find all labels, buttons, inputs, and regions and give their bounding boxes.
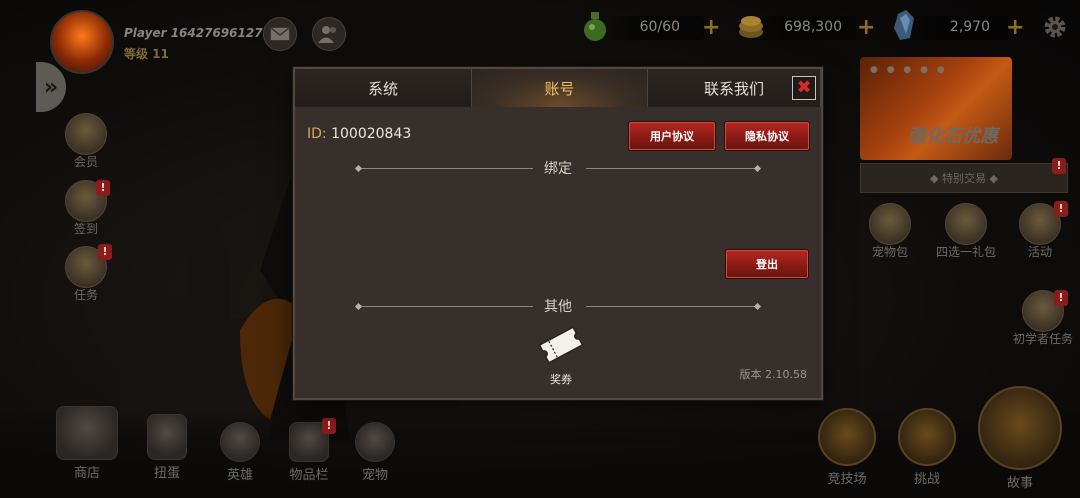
nav-heroes[interactable]: 英雄 xyxy=(214,422,266,483)
crown-shield-icon xyxy=(65,113,107,155)
skull-icon xyxy=(898,408,956,466)
tab-system[interactable]: 系统 xyxy=(295,69,472,107)
close-button[interactable]: ✖ xyxy=(792,76,816,100)
divider-dot xyxy=(354,302,363,311)
crystal-gem-icon xyxy=(894,10,914,40)
close-icon: ✖ xyxy=(796,77,812,98)
settings-modal: 系统 账号 联系我们 ✖ ID: 100020843 用户协议 隐私协议 绑定 … xyxy=(293,67,823,400)
id-label: ID: xyxy=(307,126,327,142)
nav-arena[interactable]: 竞技场 xyxy=(814,408,880,487)
coupon-button[interactable]: 奖券 xyxy=(533,325,589,387)
mail-button[interactable] xyxy=(263,17,297,51)
privacy-policy-button[interactable]: 隐私协议 xyxy=(725,122,809,150)
coupon-label: 奖券 xyxy=(550,373,572,386)
nav-inventory[interactable]: 物品栏 ! xyxy=(280,418,338,483)
tab-account[interactable]: 账号 xyxy=(472,69,648,107)
nav-label: 物品栏 xyxy=(289,468,329,483)
friends-button[interactable] xyxy=(312,17,346,51)
nav-gacha[interactable]: 扭蛋 xyxy=(140,414,194,481)
sidebar-item-vip[interactable]: 会员 xyxy=(56,113,116,170)
modal-tabs: 系统 账号 联系我们 xyxy=(295,69,821,107)
chest-icon xyxy=(56,406,118,460)
sidebar-item-label: 任务 xyxy=(73,288,98,302)
nav-label: 故事 xyxy=(1006,476,1033,491)
gacha-card-icon xyxy=(147,414,187,460)
nav-pets[interactable]: 宠物 xyxy=(350,422,400,483)
friends-icon xyxy=(318,26,336,43)
menu-item-label: 四选一礼包 xyxy=(935,245,996,259)
chevron-right-icon: » xyxy=(43,74,59,100)
logout-button[interactable]: 登出 xyxy=(726,250,808,278)
nav-challenge[interactable]: 挑战 xyxy=(894,408,960,487)
notification-badge: ! xyxy=(1052,158,1066,174)
divider-line xyxy=(359,168,533,169)
pet-pack-icon xyxy=(869,203,911,245)
notification-badge: ! xyxy=(96,180,110,196)
divider-dot xyxy=(354,164,363,173)
promo-banner[interactable]: ● ● ● ● ● 强化石优惠 xyxy=(860,57,1012,160)
mail-icon xyxy=(270,27,290,41)
player-avatar[interactable] xyxy=(50,10,114,74)
nav-label: 扭蛋 xyxy=(153,466,180,481)
nav-label: 商店 xyxy=(73,466,100,481)
gear-icon[interactable] xyxy=(1042,14,1068,40)
gold-value: 698,300 xyxy=(784,19,842,35)
carousel-dots[interactable]: ● ● ● ● ● xyxy=(870,65,948,75)
gems-value: 2,970 xyxy=(949,19,990,35)
crossed-swords-icon xyxy=(978,386,1062,470)
divider-line xyxy=(586,168,758,169)
id-value: 100020843 xyxy=(331,126,412,142)
notification-badge: ! xyxy=(1054,201,1068,217)
account-id-row: ID: 100020843 xyxy=(307,126,411,142)
notification-badge: ! xyxy=(98,244,112,260)
nav-shop[interactable]: 商店 xyxy=(48,406,126,481)
menu-item-beginner-quests[interactable]: 初学者任务 ! xyxy=(1006,290,1080,347)
promo-title: 强化石优惠 xyxy=(908,126,998,147)
menu-item-label: 宠物包 xyxy=(871,245,908,259)
sidebar-item-checkin[interactable]: 签到 ! xyxy=(56,180,116,237)
add-gold-button[interactable]: + xyxy=(857,15,875,40)
stamina-value: 60/60 xyxy=(639,19,680,35)
gold-coins-icon xyxy=(739,16,763,38)
player-level: 等级 11 xyxy=(124,47,169,61)
sidebar-item-quests[interactable]: 任务 ! xyxy=(56,244,116,303)
menu-item-pet-pack[interactable]: 宠物包 xyxy=(860,203,920,260)
divider-line xyxy=(359,306,533,307)
ticket-icon xyxy=(538,326,584,364)
nav-label: 竞技场 xyxy=(827,472,867,487)
notification-badge: ! xyxy=(1054,290,1068,306)
sidebar-item-label: 会员 xyxy=(73,155,98,169)
version-text: 版本 2.10.58 xyxy=(739,368,807,381)
user-agreement-button[interactable]: 用户协议 xyxy=(629,122,715,150)
divider-dot xyxy=(753,302,762,311)
add-stamina-button[interactable]: + xyxy=(702,15,720,40)
binding-section-title: 绑定 xyxy=(544,161,572,177)
menu-item-gift-pack[interactable]: 四选一礼包 xyxy=(930,203,1002,260)
menu-item-label: 初学者任务 xyxy=(1012,332,1073,346)
notification-badge: ! xyxy=(322,418,336,434)
menu-item-events[interactable]: 活动 ! xyxy=(1010,201,1070,260)
stamina-potion-icon xyxy=(584,12,606,41)
player-name: Player 1642769612711 xyxy=(124,26,280,40)
nav-label: 宠物 xyxy=(361,468,388,483)
wolf-icon xyxy=(355,422,395,462)
sidebar-item-label: 签到 xyxy=(73,222,98,236)
nav-label: 挑战 xyxy=(913,472,940,487)
nav-label: 英雄 xyxy=(226,468,253,483)
menu-item-label: 活动 xyxy=(1027,245,1052,259)
nav-story[interactable]: 故事 xyxy=(974,386,1066,491)
arena-sword-icon xyxy=(818,408,876,466)
add-gems-button[interactable]: + xyxy=(1006,15,1024,40)
gift-pack-icon xyxy=(945,203,987,245)
special-trade-button[interactable]: ◆ 特别交易 ◆ xyxy=(860,163,1068,193)
other-section-title: 其他 xyxy=(544,299,572,315)
helmet-icon xyxy=(220,422,260,462)
divider-line xyxy=(586,306,758,307)
divider-dot xyxy=(753,164,762,173)
